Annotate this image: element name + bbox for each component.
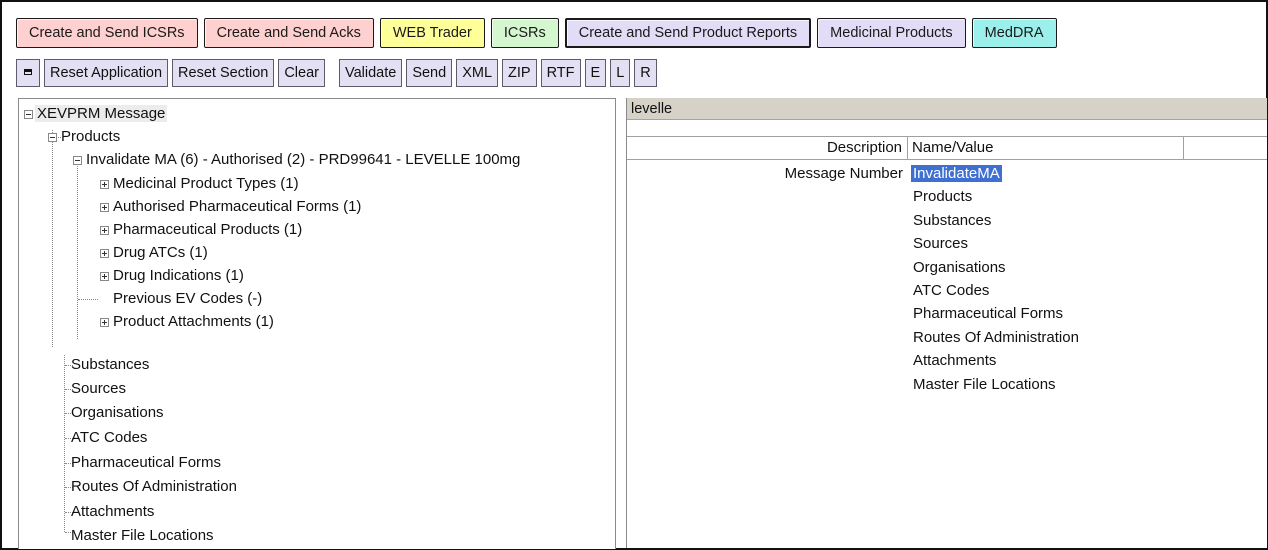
- value-item[interactable]: Sources: [913, 232, 1079, 255]
- collapse-icon[interactable]: [73, 156, 82, 165]
- tree-node-label[interactable]: XEVPRM Message: [35, 105, 168, 122]
- tree-node-label[interactable]: Pharmaceutical Forms: [69, 454, 223, 471]
- tree-node-label[interactable]: Invalidate MA (6) - Authorised (2) - PRD…: [84, 151, 522, 168]
- tree-node-label[interactable]: Routes Of Administration: [69, 478, 239, 495]
- column-header-description[interactable]: Description: [627, 137, 908, 159]
- value-item[interactable]: Substances: [913, 209, 1079, 232]
- column-header-name-value[interactable]: Name/Value: [908, 137, 1184, 159]
- filter-field[interactable]: levelle: [627, 98, 1267, 120]
- tree-node-authorised-pharmaceutical-forms[interactable]: Authorised Pharmaceutical Forms (1): [100, 196, 363, 218]
- tree-node-label[interactable]: Master File Locations: [69, 527, 216, 544]
- tab-medicinal-products[interactable]: Medicinal Products: [817, 18, 966, 48]
- send-button[interactable]: Send: [406, 59, 453, 87]
- reset-application-button[interactable]: Reset Application: [44, 59, 169, 87]
- tree-node-atc-codes[interactable]: ATC Codes: [69, 427, 149, 449]
- tree-node-organisations[interactable]: Organisations: [69, 402, 166, 424]
- xml-button[interactable]: XML: [456, 59, 499, 87]
- zip-button[interactable]: ZIP: [502, 59, 537, 87]
- expand-icon[interactable]: [100, 226, 109, 235]
- window-icon: [24, 69, 32, 75]
- value-item-selected[interactable]: InvalidateMA: [911, 162, 1079, 185]
- row-label-message-number: Message Number: [784, 165, 903, 182]
- tree-node-label[interactable]: Medicinal Product Types (1): [111, 175, 301, 192]
- expand-icon[interactable]: [100, 203, 109, 212]
- message-tree: XEVPRM Message Products Invalidate MA (6…: [18, 98, 616, 549]
- tree-node-root[interactable]: XEVPRM Message: [23, 103, 168, 125]
- toolbar: Reset Application Reset Section Clear Va…: [16, 58, 657, 88]
- section-tabs: Create and Send ICSRs Create and Send Ac…: [16, 18, 1057, 48]
- tree-node-product-attachments[interactable]: Product Attachments (1): [100, 311, 276, 333]
- tree-node-label[interactable]: Sources: [69, 380, 128, 397]
- tab-create-send-acks[interactable]: Create and Send Acks: [203, 18, 374, 48]
- value-item[interactable]: Attachments: [913, 349, 1079, 372]
- tree-node-products[interactable]: Products: [48, 126, 122, 148]
- tab-icsrs[interactable]: ICSRs: [490, 18, 559, 48]
- reset-section-button[interactable]: Reset Section: [172, 59, 275, 87]
- tree-node-label[interactable]: Product Attachments (1): [111, 313, 276, 330]
- tree-node-label[interactable]: Authorised Pharmaceutical Forms (1): [111, 198, 363, 215]
- tree-node-drug-atcs[interactable]: Drug ATCs (1): [100, 242, 210, 264]
- value-item[interactable]: Products: [913, 185, 1079, 208]
- l-button[interactable]: L: [610, 59, 631, 87]
- tree-node-label[interactable]: Pharmaceutical Products (1): [111, 221, 304, 238]
- tree-node-label[interactable]: Substances: [69, 356, 151, 373]
- tree-node-attachments[interactable]: Attachments: [69, 501, 156, 523]
- grid-header: Description Name/Value: [627, 136, 1267, 160]
- expand-icon[interactable]: [100, 272, 109, 281]
- rtf-button[interactable]: RTF: [540, 59, 581, 87]
- r-button[interactable]: R: [634, 59, 657, 87]
- detail-panel: levelle Description Name/Value Message N…: [626, 98, 1267, 548]
- tree-node-drug-indications[interactable]: Drug Indications (1): [100, 265, 246, 287]
- tree-node-previous-ev-codes[interactable]: Previous EV Codes (-): [100, 288, 264, 310]
- value-item[interactable]: Organisations: [913, 256, 1079, 279]
- tree-node-label[interactable]: Attachments: [69, 503, 156, 520]
- tab-create-send-icsrs[interactable]: Create and Send ICSRs: [16, 18, 198, 48]
- tab-meddra[interactable]: MedDRA: [971, 18, 1057, 48]
- value-item[interactable]: Pharmaceutical Forms: [913, 302, 1079, 325]
- tree-node-label[interactable]: Previous EV Codes (-): [111, 290, 264, 307]
- tree-node-label[interactable]: Organisations: [69, 404, 166, 421]
- expand-icon[interactable]: [100, 249, 109, 258]
- expand-icon[interactable]: [100, 318, 109, 327]
- tree-node-label[interactable]: Products: [59, 128, 122, 145]
- tree-node-master-file-locations[interactable]: Master File Locations: [69, 525, 216, 547]
- collapse-icon[interactable]: [24, 110, 33, 119]
- tree-node-label[interactable]: ATC Codes: [69, 429, 149, 446]
- app-window: Create and Send ICSRs Create and Send Ac…: [0, 0, 1268, 550]
- tab-create-send-product-reports[interactable]: Create and Send Product Reports: [564, 18, 812, 48]
- tree-node-label[interactable]: Drug ATCs (1): [111, 244, 210, 261]
- clear-button[interactable]: Clear: [278, 59, 325, 87]
- value-item[interactable]: ATC Codes: [913, 279, 1079, 302]
- value-item[interactable]: Master File Locations: [913, 373, 1079, 396]
- expand-icon[interactable]: [100, 180, 109, 189]
- validate-button[interactable]: Validate: [338, 59, 403, 87]
- e-button[interactable]: E: [584, 59, 607, 87]
- tab-web-trader[interactable]: WEB Trader: [379, 18, 485, 48]
- tree-node-pharmaceutical-forms[interactable]: Pharmaceutical Forms: [69, 452, 223, 474]
- collapse-icon[interactable]: [48, 133, 57, 142]
- tree-node-routes-of-administration[interactable]: Routes Of Administration: [69, 476, 239, 498]
- tree-node-product[interactable]: Invalidate MA (6) - Authorised (2) - PRD…: [73, 149, 522, 171]
- window-toggle-button[interactable]: [16, 59, 40, 87]
- tree-node-medicinal-product-types[interactable]: Medicinal Product Types (1): [100, 173, 301, 195]
- tree-node-pharmaceutical-products[interactable]: Pharmaceutical Products (1): [100, 219, 304, 241]
- value-text[interactable]: InvalidateMA: [911, 165, 1002, 182]
- value-list: InvalidateMA Products Substances Sources…: [911, 162, 1079, 396]
- tree-node-label[interactable]: Drug Indications (1): [111, 267, 246, 284]
- tree-node-substances[interactable]: Substances: [69, 354, 151, 376]
- tree-node-sources[interactable]: Sources: [69, 378, 128, 400]
- column-header-empty[interactable]: [1184, 137, 1267, 159]
- value-item[interactable]: Routes Of Administration: [913, 326, 1079, 349]
